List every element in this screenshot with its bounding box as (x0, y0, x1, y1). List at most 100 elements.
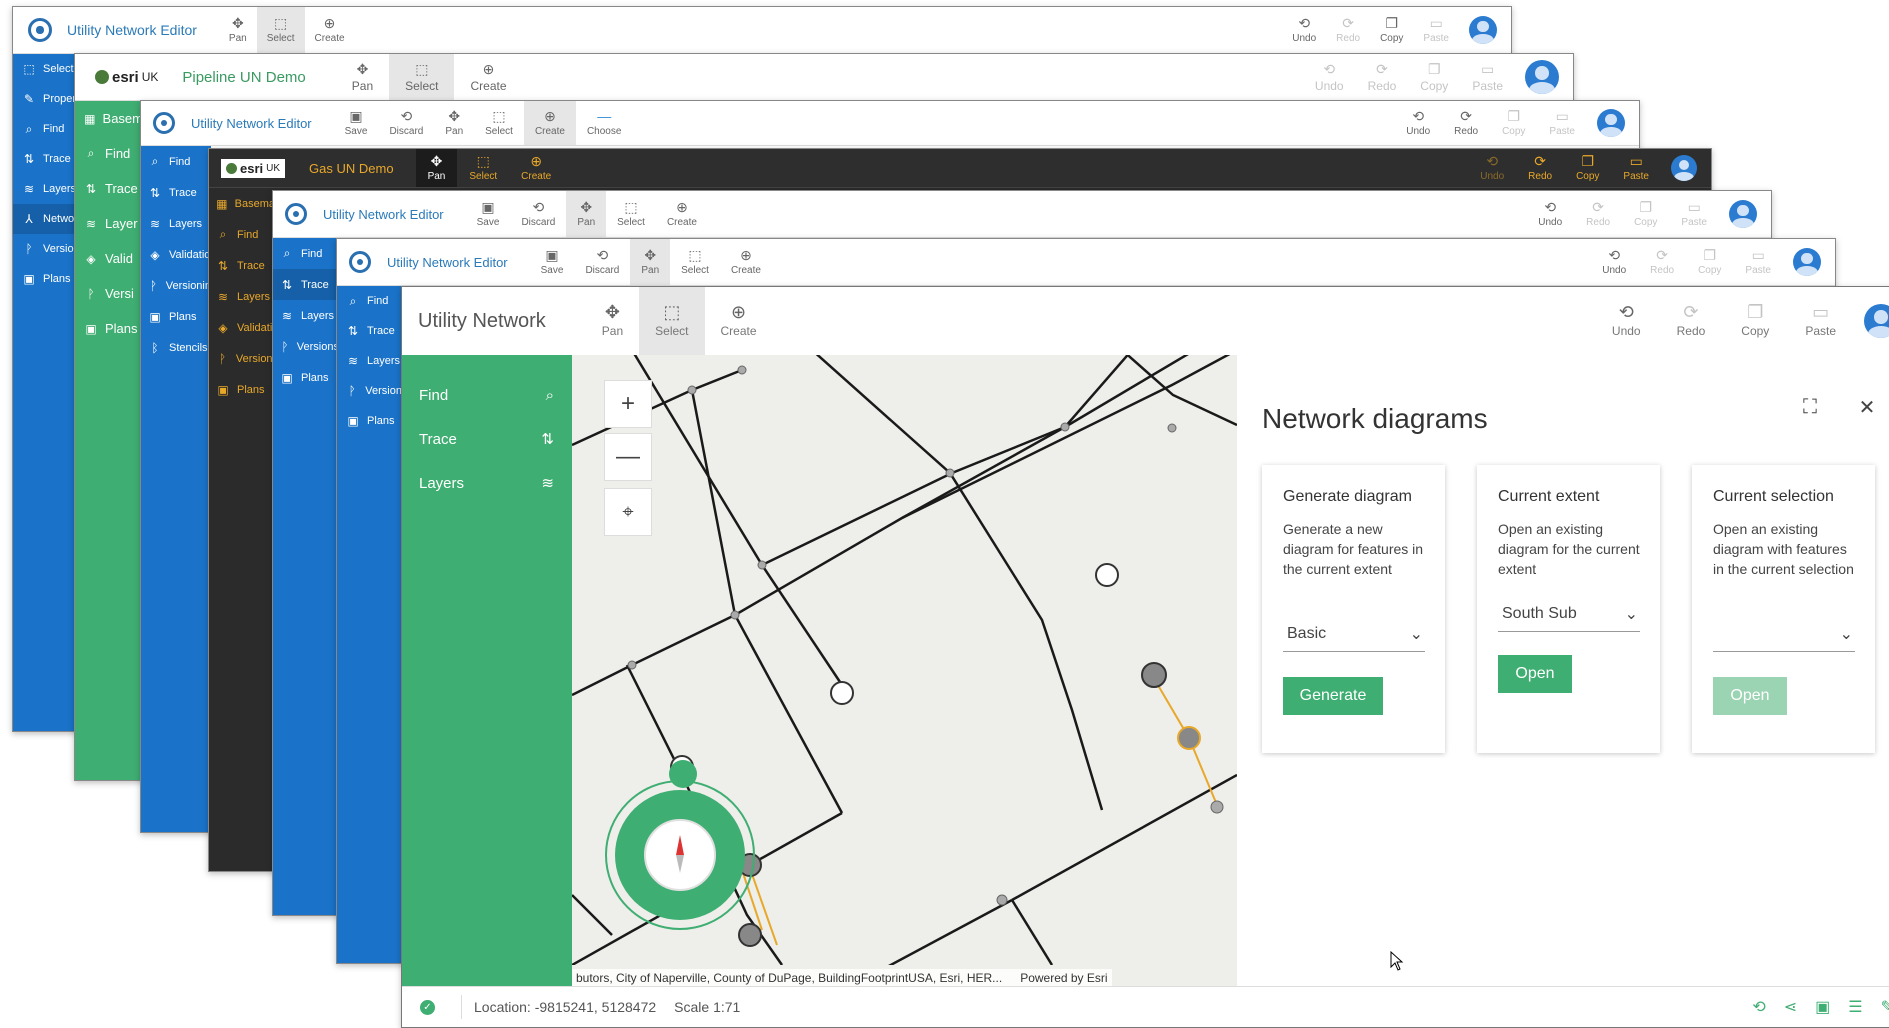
sidebar-item-network[interactable]: ⅄ Networ (13, 204, 83, 234)
save-button[interactable]: ▣ Save (466, 191, 511, 237)
sidebar-item-layers[interactable]: ≋ Layers (273, 300, 339, 331)
close-icon[interactable]: ✕ (1855, 395, 1879, 419)
create-tool[interactable]: ⊕ Create (705, 287, 773, 355)
sidebar-item-trace[interactable]: ⇅ Trace (75, 171, 143, 206)
sidebar-item-basemaps[interactable]: ▦ Basem (75, 101, 143, 136)
generate-button[interactable]: Generate (1283, 677, 1383, 715)
redo-button[interactable]: ⟳ Redo (1326, 16, 1370, 44)
list-settings-icon[interactable]: ☰ (1848, 997, 1862, 1017)
select-tool[interactable]: ⬚ Select (256, 7, 305, 53)
select-tool[interactable]: ⬚ Select (606, 191, 656, 237)
select-tool[interactable]: ⬚ Select (389, 54, 455, 100)
locate-button[interactable]: ⌖ (604, 488, 652, 536)
undo-button[interactable]: ⟲ Undo (1594, 303, 1659, 338)
sidebar-item-layers[interactable]: ≋ Layer (75, 206, 143, 241)
create-tool[interactable]: ⊕ Create (523, 101, 576, 145)
undo-button[interactable]: ⟲ Undo (1303, 62, 1356, 93)
redo-button[interactable]: ⟳ Redo (1356, 62, 1409, 93)
sidebar-item-plans[interactable]: ▣ Plans (337, 406, 402, 436)
user-avatar[interactable] (1671, 155, 1697, 181)
sidebar-item-find[interactable]: ⌕ Find (75, 136, 143, 171)
pan-tool[interactable]: ✥ Pan (336, 54, 389, 100)
sidebar-item-validation[interactable]: ◈ Validati (209, 312, 275, 343)
create-tool[interactable]: ⊕ Create (720, 239, 772, 285)
sidebar-item-layers[interactable]: ≋ Layers (13, 174, 83, 204)
sidebar-item-stencils[interactable]: ᛒ Stencils (141, 332, 211, 363)
copy-button[interactable]: ❐ Copy (1686, 248, 1733, 276)
measure-icon[interactable]: ✎ (1881, 997, 1889, 1017)
sidebar-item-basemaps[interactable]: ▦ Basema (209, 188, 275, 219)
paste-button[interactable]: ▭ Paste (1787, 303, 1854, 338)
sidebar-item-versions[interactable]: ᚹ Version (13, 234, 83, 264)
choose-tool[interactable]: — Choose (576, 101, 632, 145)
sidebar-item-versions[interactable]: ᚹ Version (337, 376, 402, 406)
paste-button[interactable]: ▭ Paste (1537, 109, 1587, 137)
copy-button[interactable]: ❐ Copy (1490, 109, 1537, 137)
create-tool[interactable]: ⊕ Create (305, 7, 355, 53)
copy-button[interactable]: ❐ Copy (1622, 200, 1669, 228)
paste-button[interactable]: ▭ Paste (1611, 154, 1661, 182)
redo-button[interactable]: ⟳ Redo (1659, 303, 1724, 338)
user-avatar[interactable] (1793, 248, 1821, 276)
template-select[interactable]: Basic ⌄ (1283, 617, 1425, 652)
copy-button[interactable]: ❐ Copy (1408, 62, 1460, 93)
save-button[interactable]: ▣ Save (334, 101, 379, 145)
sidebar-item-layers[interactable]: ≋ Layers (209, 281, 275, 312)
redo-button[interactable]: ⟳ Redo (1442, 109, 1490, 137)
zoom-in-button[interactable]: + (604, 380, 652, 428)
undo-button[interactable]: ⟲ Undo (1526, 200, 1574, 228)
pan-tool[interactable]: ✥ Pan (219, 7, 257, 53)
compass-widget[interactable] (605, 760, 755, 930)
sidebar-item-properties[interactable]: ✎ Proper (13, 84, 83, 114)
sidebar-item-plans[interactable]: ▣ Plans (273, 362, 339, 393)
map-view[interactable]: + — ⌖ butors, City of Naperville, County… (572, 355, 1237, 987)
expand-icon[interactable]: ⛶ (1798, 395, 1822, 419)
sidebar-item-plans[interactable]: ▣ Plans (13, 264, 83, 294)
paste-button[interactable]: ▭ Paste (1460, 62, 1515, 93)
paste-button[interactable]: ▭ Paste (1669, 200, 1719, 228)
copy-button[interactable]: ❐ Copy (1564, 154, 1611, 182)
sidebar-item-trace[interactable]: Trace ⇅ (402, 417, 572, 461)
pan-tool[interactable]: ✥ Pan (434, 101, 474, 145)
save-button[interactable]: ▣ Save (530, 239, 575, 285)
sidebar-item-versioning[interactable]: ᚹ Versionin (141, 270, 211, 301)
pan-tool[interactable]: ✥ Pan (630, 239, 671, 285)
sidebar-item-find[interactable]: ⌕ Find (337, 286, 402, 316)
sidebar-item-layers[interactable]: ≋ Layers (337, 346, 402, 376)
sidebar-item-selection[interactable]: ⬚ Selecti (13, 54, 83, 84)
sidebar-item-trace[interactable]: ⇅ Trace (13, 144, 83, 174)
select-tool[interactable]: ⬚ Select (457, 149, 509, 187)
paste-button[interactable]: ▭ Paste (1413, 16, 1459, 44)
discard-button[interactable]: ⟲ Discard (378, 101, 434, 145)
sidebar-item-trace[interactable]: ⇅ Trace (273, 269, 339, 300)
zoom-out-button[interactable]: — (604, 433, 652, 481)
diagram-select[interactable]: South Sub ⌄ (1498, 597, 1640, 632)
undo-button[interactable]: ⟲ Undo (1590, 248, 1638, 276)
sidebar-item-versions[interactable]: ᚹ Versions (273, 331, 339, 362)
sidebar-item-plans[interactable]: ▣ Plans (141, 301, 211, 332)
undo-button[interactable]: ⟲ Undo (1282, 16, 1326, 44)
sidebar-item-validation[interactable]: ◈ Validatio (141, 239, 211, 270)
screenshot-icon[interactable]: ▣ (1815, 997, 1830, 1017)
user-avatar[interactable] (1597, 109, 1625, 137)
pan-tool[interactable]: ✥ Pan (415, 149, 458, 187)
redo-button[interactable]: ⟳ Redo (1638, 248, 1686, 276)
user-avatar[interactable] (1864, 304, 1889, 338)
copy-button[interactable]: ❐ Copy (1370, 16, 1413, 44)
sidebar-item-plans[interactable]: ▣ Plans (75, 311, 143, 346)
discard-button[interactable]: ⟲ Discard (574, 239, 630, 285)
undo-button[interactable]: ⟲ Undo (1468, 154, 1516, 182)
sidebar-item-versioning[interactable]: ᚹ Versioni (209, 343, 275, 374)
undo-button[interactable]: ⟲ Undo (1394, 109, 1442, 137)
sync-icon[interactable]: ⟲ (1752, 997, 1765, 1017)
sidebar-item-find[interactable]: Find ⌕ (402, 373, 572, 417)
sidebar-item-versions[interactable]: ᚹ Versi (75, 276, 143, 311)
select-tool[interactable]: ⬚ Select (474, 101, 524, 145)
sidebar-item-plans[interactable]: ▣ Plans (209, 374, 275, 405)
paste-button[interactable]: ▭ Paste (1733, 248, 1783, 276)
create-tool[interactable]: ⊕ Create (656, 191, 708, 237)
pan-tool[interactable]: ✥ Pan (566, 191, 607, 237)
sidebar-item-trace[interactable]: ⇅ Trace (337, 316, 402, 346)
sidebar-item-layers[interactable]: ≋ Layers (141, 208, 211, 239)
pan-tool[interactable]: ✥ Pan (586, 287, 639, 355)
